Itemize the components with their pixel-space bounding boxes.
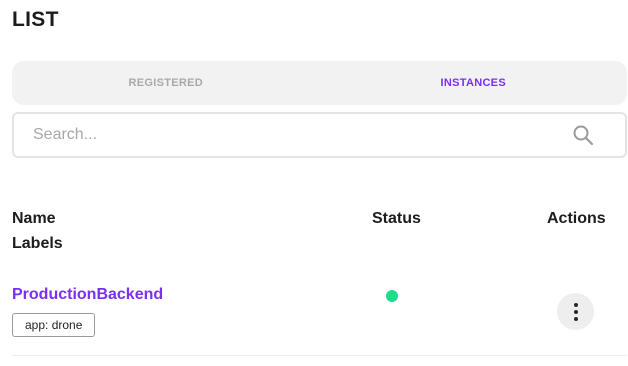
tab-instances[interactable]: INSTANCES: [320, 61, 628, 105]
column-header-actions: Actions: [547, 210, 606, 227]
page-title: LIST: [12, 8, 59, 31]
label-tag: app: drone: [12, 313, 96, 337]
instance-name-link[interactable]: ProductionBackend: [12, 286, 163, 304]
more-actions-button[interactable]: [557, 293, 594, 330]
tab-bar: REGISTERED INSTANCES: [12, 61, 627, 105]
search-bar: [12, 112, 627, 158]
column-header-name: Name: [12, 210, 56, 227]
column-header-status: Status: [372, 210, 421, 227]
column-header-labels: Labels: [12, 235, 63, 252]
search-icon[interactable]: [571, 123, 595, 147]
more-vertical-icon: [573, 302, 578, 307]
table-row: ProductionBackend app: drone: [12, 278, 627, 356]
search-input[interactable]: [14, 114, 571, 156]
tab-registered[interactable]: REGISTERED: [12, 61, 320, 105]
status-online-indicator: [386, 290, 398, 302]
